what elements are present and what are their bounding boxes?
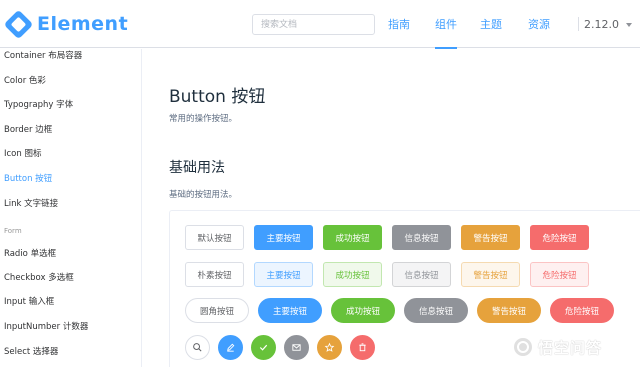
plain-primary-button[interactable]: 主要按钮 xyxy=(254,262,313,287)
circle-delete-button[interactable] xyxy=(350,335,375,360)
check-icon xyxy=(259,344,268,351)
nav-resources[interactable]: 资源 xyxy=(528,0,550,48)
watermark-logo-icon xyxy=(512,336,534,358)
version-select[interactable]: 2.12.0 xyxy=(584,0,632,48)
nav-theme[interactable]: 主题 xyxy=(480,0,502,48)
watermark-text: 悟空问答 xyxy=(538,338,603,357)
sidebar-item-input[interactable]: Input 输入框 xyxy=(4,295,54,307)
nav-divider xyxy=(578,17,579,31)
element-logo-icon xyxy=(3,9,34,39)
star-icon xyxy=(324,342,335,352)
sidebar-item-select[interactable]: Select 选择器 xyxy=(4,345,58,357)
edit-icon xyxy=(227,343,235,352)
sidebar-item-color[interactable]: Color 色彩 xyxy=(4,74,46,86)
round-info-button[interactable]: 信息按钮 xyxy=(404,298,468,323)
circle-check-button[interactable] xyxy=(251,335,276,360)
sidebar-item-link[interactable]: Link 文字链接 xyxy=(4,197,58,209)
sidebar-item-border[interactable]: Border 边框 xyxy=(4,123,52,135)
nav-guide[interactable]: 指南 xyxy=(388,0,410,48)
search-input[interactable] xyxy=(252,14,375,35)
primary-button[interactable]: 主要按钮 xyxy=(254,225,313,250)
sidebar-item-icon[interactable]: Icon 图标 xyxy=(4,147,41,159)
sidebar-item-container[interactable]: Container 布局容器 xyxy=(4,49,82,61)
sidebar-item-button[interactable]: Button 按钮 xyxy=(4,172,52,184)
success-button[interactable]: 成功按钮 xyxy=(323,225,382,250)
default-button[interactable]: 默认按钮 xyxy=(185,225,244,250)
circle-message-button[interactable] xyxy=(284,335,309,360)
sidebar-group-form: Form xyxy=(4,227,22,235)
plain-success-button[interactable]: 成功按钮 xyxy=(323,262,382,287)
page-title: Button 按钮 xyxy=(169,87,266,107)
round-primary-button[interactable]: 主要按钮 xyxy=(258,298,322,323)
plain-info-button[interactable]: 信息按钮 xyxy=(392,262,451,287)
round-default-button[interactable]: 圆角按钮 xyxy=(185,298,249,323)
plain-default-button[interactable]: 朴素按钮 xyxy=(185,262,244,287)
round-success-button[interactable]: 成功按钮 xyxy=(331,298,395,323)
chevron-down-icon xyxy=(626,23,632,27)
watermark: 悟空问答 xyxy=(512,334,602,360)
logo-text: Element xyxy=(37,13,129,35)
top-header: Element 指南 组件 主题 资源 2.12.0 xyxy=(0,0,640,49)
circle-star-button[interactable] xyxy=(317,335,342,360)
section-description: 基础的按钮用法。 xyxy=(169,190,238,200)
plain-danger-button[interactable]: 危险按钮 xyxy=(530,262,589,287)
search-icon xyxy=(193,343,202,352)
sidebar: Container 布局容器 Color 色彩 Typography 字体 Bo… xyxy=(0,49,142,367)
round-warning-button[interactable]: 警告按钮 xyxy=(477,298,541,323)
info-button[interactable]: 信息按钮 xyxy=(392,225,451,250)
section-title: 基础用法 xyxy=(169,160,225,176)
sidebar-item-inputnumber[interactable]: InputNumber 计数器 xyxy=(4,320,88,332)
page-description: 常用的操作按钮。 xyxy=(169,114,238,124)
warning-button[interactable]: 警告按钮 xyxy=(461,225,520,250)
version-label: 2.12.0 xyxy=(584,17,619,31)
circle-edit-button[interactable] xyxy=(218,335,243,360)
circle-search-button[interactable] xyxy=(185,335,210,360)
message-icon xyxy=(292,344,301,351)
sidebar-item-radio[interactable]: Radio 单选框 xyxy=(4,247,56,259)
danger-button[interactable]: 危险按钮 xyxy=(530,225,589,250)
sidebar-item-typography[interactable]: Typography 字体 xyxy=(4,98,73,110)
element-logo[interactable]: Element xyxy=(3,9,129,39)
plain-warning-button[interactable]: 警告按钮 xyxy=(461,262,520,287)
nav-components[interactable]: 组件 xyxy=(435,0,457,49)
delete-icon xyxy=(359,343,366,352)
sidebar-item-checkbox[interactable]: Checkbox 多选框 xyxy=(4,271,74,283)
round-danger-button[interactable]: 危险按钮 xyxy=(550,298,614,323)
